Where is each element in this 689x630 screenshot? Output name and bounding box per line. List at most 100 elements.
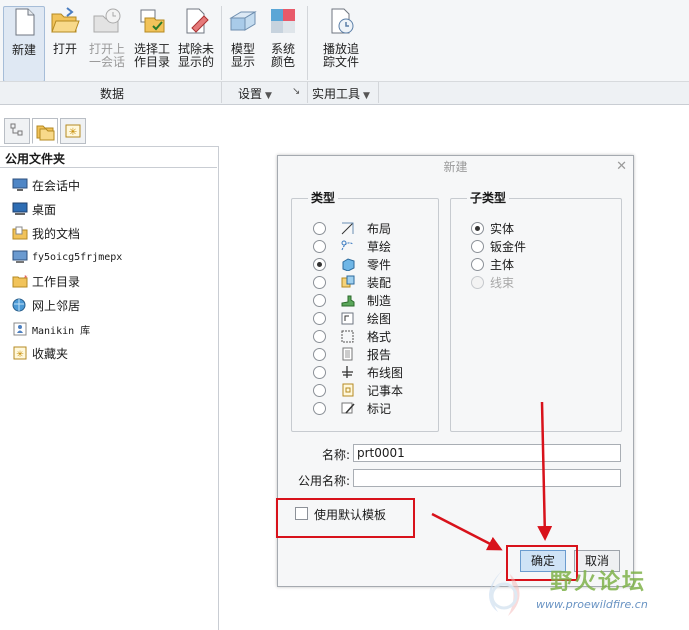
type-radio-9[interactable] xyxy=(313,384,326,397)
dialog-title: 新建 xyxy=(443,160,468,174)
group-separator xyxy=(307,82,308,103)
desktop-icon xyxy=(12,202,28,215)
folder-browser-icon xyxy=(36,125,55,141)
assembly-icon xyxy=(341,275,355,288)
svg-text:✳: ✳ xyxy=(69,127,77,138)
type-option-label[interactable]: 草绘 xyxy=(367,238,391,255)
open-last-session-button[interactable]: 打开上 一会话 xyxy=(86,6,128,69)
model-display-button[interactable]: 模型 显示 xyxy=(225,6,261,69)
favorites-tab-icon: ✳ xyxy=(65,124,81,138)
subtype-radio-2[interactable] xyxy=(471,258,484,271)
watermark-url: www.proewildfire.cn xyxy=(536,598,648,611)
layout-icon xyxy=(341,222,354,235)
type-option-label[interactable]: 制造 xyxy=(367,292,391,309)
type-radio-5[interactable] xyxy=(313,312,326,325)
group-separator xyxy=(378,82,379,103)
annotation-box-template xyxy=(276,498,415,538)
group-label-tools[interactable]: 实用工具 ▼ xyxy=(312,85,370,102)
subtype-radio-0[interactable] xyxy=(471,222,484,235)
model-display-label: 模型 显示 xyxy=(230,42,255,69)
svg-text:*: * xyxy=(24,274,28,282)
select-working-dir-label: 选择工 作目录 xyxy=(133,42,170,69)
nav-item-label: 在会话中 xyxy=(32,178,81,193)
open-folder-icon xyxy=(51,7,80,33)
nav-item-network[interactable]: 网上邻居 xyxy=(12,295,80,315)
chevron-down-icon: ▼ xyxy=(363,91,370,101)
new-file-icon xyxy=(15,8,35,36)
nav-item-favorites[interactable]: ✳ 收藏夹 xyxy=(12,343,68,363)
watermark-text: 野火论坛 xyxy=(550,570,647,595)
play-trail-button[interactable]: 播放追 踪文件 xyxy=(318,6,364,69)
ribbon-group-bar: 数据 设置 ▼ ↘ 实用工具 ▼ xyxy=(0,81,689,104)
nav-item-manikin-library[interactable]: Manikin 库 xyxy=(12,319,90,339)
common-name-label: 公用名称: xyxy=(297,474,350,488)
subtype-option-label: 线束 xyxy=(490,276,515,290)
type-radio-6[interactable] xyxy=(313,330,326,343)
nav-item-in-session[interactable]: 在会话中 xyxy=(12,175,80,195)
nav-item-my-documents[interactable]: 我的文档 xyxy=(12,223,80,243)
type-option-label[interactable]: 报告 xyxy=(367,346,391,363)
nav-item-label: 工作目录 xyxy=(32,274,81,289)
type-radio-8[interactable] xyxy=(313,366,326,379)
manufacturing-icon xyxy=(341,295,355,307)
nav-item-working-directory[interactable]: * 工作目录 xyxy=(12,271,80,291)
working-dir-icon xyxy=(140,9,165,33)
system-color-label: 系统 颜色 xyxy=(270,42,295,69)
common-name-input[interactable] xyxy=(353,469,621,487)
type-radio-0[interactable] xyxy=(313,222,326,235)
tools-label: 实用工具 xyxy=(312,87,361,101)
erase-not-displayed-label: 拭除未 显示的 xyxy=(177,42,214,69)
tab-favorites[interactable]: ✳ xyxy=(60,118,86,144)
subtype-option-label[interactable]: 主体 xyxy=(490,256,514,273)
group-separator xyxy=(307,6,308,80)
navigator-tabs: ✳ xyxy=(0,118,218,146)
svg-text:✳: ✳ xyxy=(16,350,24,360)
tab-folder-browser[interactable] xyxy=(32,118,58,144)
subtype-radio-3 xyxy=(471,276,484,289)
type-option-label[interactable]: 布线图 xyxy=(367,364,403,381)
type-radio-2[interactable] xyxy=(313,258,326,271)
session-monitor-icon xyxy=(12,178,28,191)
type-option-label[interactable]: 零件 xyxy=(367,256,391,273)
nav-item-computer[interactable]: fy5oicg5frjmepx xyxy=(12,247,122,267)
open-session-icon xyxy=(93,8,121,33)
type-radio-7[interactable] xyxy=(313,348,326,361)
type-radio-1[interactable] xyxy=(313,240,326,253)
part-icon xyxy=(342,258,355,271)
open-button[interactable]: 打开 xyxy=(46,6,84,56)
type-radio-10[interactable] xyxy=(313,402,326,415)
model-display-icon xyxy=(229,11,257,31)
system-color-button[interactable]: 系统 颜色 xyxy=(265,6,301,69)
close-icon[interactable]: ✕ xyxy=(616,159,627,174)
chevron-down-icon: ▼ xyxy=(265,91,272,101)
open-last-session-label: 打开上 一会话 xyxy=(88,42,125,69)
nav-item-label: 收藏夹 xyxy=(32,346,69,361)
dialog-launcher-icon[interactable]: ↘ xyxy=(292,86,300,97)
tab-model-tree[interactable] xyxy=(4,118,30,144)
type-radio-3[interactable] xyxy=(313,276,326,289)
type-radio-4[interactable] xyxy=(313,294,326,307)
settings-label: 设置 xyxy=(238,87,263,101)
documents-icon xyxy=(12,226,28,240)
type-option-label[interactable]: 格式 xyxy=(367,328,391,345)
subtype-group-title: 子类型 xyxy=(467,189,510,206)
report-icon xyxy=(342,347,353,361)
type-option-label[interactable]: 装配 xyxy=(367,274,391,291)
type-option-label[interactable]: 记事本 xyxy=(367,382,403,399)
erase-not-displayed-button[interactable]: 拭除未 显示的 xyxy=(175,6,217,69)
type-option-label[interactable]: 布局 xyxy=(367,220,391,237)
network-icon xyxy=(12,298,26,312)
nav-item-desktop[interactable]: 桌面 xyxy=(12,199,56,219)
subtype-option-label[interactable]: 钣金件 xyxy=(490,238,526,255)
subtype-option-label[interactable]: 实体 xyxy=(490,220,514,237)
subtype-radio-1[interactable] xyxy=(471,240,484,253)
type-option-label[interactable]: 绘图 xyxy=(367,310,391,327)
manikin-library-icon xyxy=(13,322,27,336)
diagram-icon xyxy=(342,366,353,378)
group-label-settings[interactable]: 设置 ▼ xyxy=(238,85,272,102)
select-working-dir-button[interactable]: 选择工 作目录 xyxy=(131,6,173,69)
name-input[interactable]: prt0001 xyxy=(353,444,621,462)
notebook-icon xyxy=(342,383,354,397)
type-option-label[interactable]: 标记 xyxy=(367,400,391,417)
new-button[interactable]: 新建 xyxy=(3,6,45,82)
